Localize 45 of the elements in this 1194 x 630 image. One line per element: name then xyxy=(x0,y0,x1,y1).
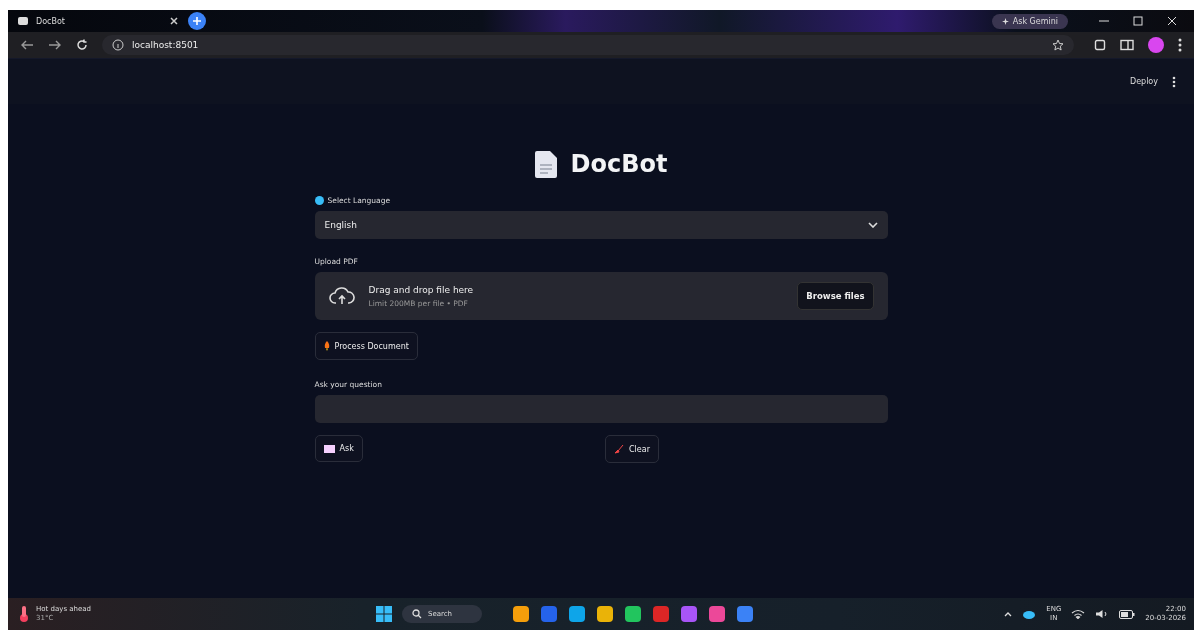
close-icon[interactable] xyxy=(1166,15,1178,27)
speaker-icon[interactable] xyxy=(1095,609,1110,619)
process-document-button[interactable]: Process Document xyxy=(314,332,418,360)
app-title: DocBot xyxy=(570,150,668,178)
menu-icon[interactable] xyxy=(1172,75,1176,88)
tab-title: DocBot xyxy=(36,16,65,26)
question-input[interactable] xyxy=(314,395,888,423)
wifi-icon[interactable] xyxy=(1071,609,1086,619)
split-view-icon[interactable] xyxy=(1120,39,1134,51)
ask-button[interactable]: Ask xyxy=(314,435,363,462)
broom-icon xyxy=(614,444,624,454)
battery-icon[interactable] xyxy=(1119,609,1136,619)
reload-icon[interactable] xyxy=(76,39,88,51)
clear-button[interactable]: Clear xyxy=(605,435,659,463)
app-icon[interactable] xyxy=(568,605,587,623)
windows-start-icon[interactable] xyxy=(376,606,392,622)
forward-icon[interactable] xyxy=(48,39,62,51)
browser-tab[interactable]: DocBot xyxy=(18,16,178,26)
info-icon xyxy=(112,39,124,51)
chevron-down-icon xyxy=(867,222,878,228)
back-icon[interactable] xyxy=(20,39,34,51)
avatar-icon[interactable] xyxy=(1148,37,1164,53)
app-icon[interactable] xyxy=(596,605,615,623)
address-bar[interactable]: localhost:8501 xyxy=(102,35,1074,55)
menu-icon[interactable] xyxy=(1178,38,1182,52)
ask-gemini-button[interactable]: Ask Gemini xyxy=(991,13,1068,29)
deploy-link[interactable]: Deploy xyxy=(1130,77,1158,86)
app-icon[interactable] xyxy=(736,605,755,623)
app-icon[interactable] xyxy=(680,605,699,623)
chevron-up-icon[interactable] xyxy=(1004,611,1013,617)
dropzone-text: Drag and drop file here xyxy=(368,284,474,295)
app-icon[interactable] xyxy=(708,605,727,623)
close-icon[interactable] xyxy=(170,17,178,25)
new-tab-icon[interactable] xyxy=(188,12,206,30)
browse-files-button[interactable]: Browse files xyxy=(797,282,874,310)
sparkle-icon xyxy=(1001,17,1009,25)
maximize-icon[interactable] xyxy=(1132,15,1144,27)
document-icon xyxy=(534,150,557,178)
language-select[interactable]: English xyxy=(314,211,888,239)
app-icon[interactable] xyxy=(512,605,531,623)
rocket-icon xyxy=(323,341,330,351)
search-icon xyxy=(412,609,422,619)
cloud-upload-icon xyxy=(328,287,355,305)
star-icon[interactable] xyxy=(1052,39,1064,51)
app-icon[interactable] xyxy=(624,605,643,623)
